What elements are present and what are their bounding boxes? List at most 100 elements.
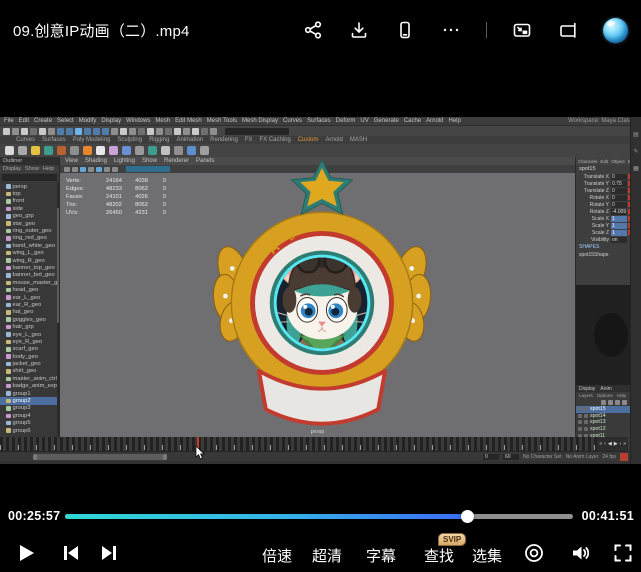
animation-preferences-button[interactable] bbox=[620, 453, 628, 461]
outliner-item[interactable]: wing_R_geo bbox=[0, 257, 57, 264]
download-icon[interactable] bbox=[348, 19, 370, 41]
transport-button[interactable]: « bbox=[599, 441, 602, 447]
viewport-menu-item[interactable]: Show bbox=[142, 158, 157, 164]
fullscreen-icon[interactable] bbox=[610, 540, 636, 566]
outliner-item[interactable]: group3 bbox=[0, 405, 57, 412]
outliner-item[interactable]: ear_L_geo bbox=[0, 294, 57, 301]
progress-thumb[interactable] bbox=[461, 510, 474, 523]
statusline-icon[interactable] bbox=[183, 128, 190, 135]
shelf-tool-icon[interactable] bbox=[148, 146, 157, 155]
outliner-item[interactable]: hair_grp bbox=[0, 323, 57, 330]
layers-panel-tab[interactable]: Anim bbox=[600, 386, 611, 392]
maya-menu-item[interactable]: Modify bbox=[79, 118, 97, 124]
maya-menu-item[interactable]: Mesh Display bbox=[242, 118, 278, 124]
statusline-icon[interactable] bbox=[84, 128, 91, 135]
shelf-tool-icon[interactable] bbox=[57, 146, 66, 155]
anim-layer-row[interactable]: spot14 bbox=[576, 413, 630, 420]
shelf-tab[interactable]: FX bbox=[245, 137, 253, 143]
layers-panel-menu[interactable]: Layers bbox=[579, 393, 593, 398]
channel-box-menu-item[interactable]: Channels bbox=[578, 159, 597, 164]
outliner-item[interactable]: group6 bbox=[0, 427, 57, 434]
transport-button[interactable]: ▶ bbox=[614, 441, 618, 447]
statusline-icon[interactable] bbox=[48, 128, 55, 135]
speed-button[interactable]: 倍速 bbox=[262, 545, 292, 566]
channel-attribute-value[interactable]: 1 bbox=[611, 223, 627, 229]
outliner-item[interactable]: banner_bot_geo bbox=[0, 272, 57, 279]
character-set-selector[interactable]: No Character Set bbox=[523, 454, 562, 460]
shelf-tab[interactable]: Custom bbox=[298, 137, 319, 143]
statusline-icon[interactable] bbox=[120, 128, 127, 135]
maya-time-slider[interactable]: «‹◀▶›» bbox=[0, 437, 630, 451]
anim-layer-row[interactable]: spot13 bbox=[576, 419, 630, 426]
outliner-item[interactable]: star_geo bbox=[0, 220, 57, 227]
channel-attribute-row[interactable]: Scale Y1 bbox=[576, 222, 630, 229]
anim-layer-selector[interactable]: No Anim Layer bbox=[566, 454, 599, 460]
shelf-tool-icon[interactable] bbox=[18, 146, 27, 155]
outliner-item[interactable]: ring_red_geo bbox=[0, 235, 57, 242]
transport-button[interactable]: › bbox=[620, 441, 622, 447]
channel-attribute-row[interactable]: Translate X0 bbox=[576, 173, 630, 180]
viewport-toolbar-icon[interactable] bbox=[88, 167, 94, 172]
maya-menu-item[interactable]: Edit bbox=[19, 118, 29, 124]
shelf-tool-icon[interactable] bbox=[96, 146, 105, 155]
share-icon[interactable] bbox=[302, 19, 324, 41]
statusline-icon[interactable] bbox=[201, 128, 208, 135]
more-icon[interactable] bbox=[440, 19, 462, 41]
shelf-tab[interactable]: Arnold bbox=[326, 137, 343, 143]
viewport-menu-item[interactable]: Lighting bbox=[114, 158, 135, 164]
previous-episode-button[interactable] bbox=[58, 540, 84, 566]
outliner-item[interactable]: front bbox=[0, 198, 57, 205]
channel-attribute-value[interactable]: 0 bbox=[611, 195, 627, 201]
shelf-tab[interactable]: Rendering bbox=[210, 137, 238, 143]
layers-toolbar-icon[interactable] bbox=[608, 400, 613, 405]
shelf-tool-icon[interactable] bbox=[31, 146, 40, 155]
statusline-icon[interactable] bbox=[57, 128, 64, 135]
picture-in-picture-icon[interactable] bbox=[511, 19, 533, 41]
shelf-tool-icon[interactable] bbox=[174, 146, 183, 155]
shelf-tool-icon[interactable] bbox=[161, 146, 170, 155]
viewport-menu-item[interactable]: Shading bbox=[85, 158, 107, 164]
channel-attribute-row[interactable]: Scale Z1 bbox=[576, 229, 630, 236]
channel-attribute-value[interactable]: 0.75 bbox=[611, 181, 627, 187]
statusline-icon[interactable] bbox=[93, 128, 100, 135]
outliner-item[interactable]: side bbox=[0, 205, 57, 212]
outliner-item[interactable]: band_white_geo bbox=[0, 242, 57, 249]
outliner-item[interactable]: master_anim_ctrl_grp bbox=[0, 375, 57, 382]
shelf-tab[interactable]: MASH bbox=[350, 137, 367, 143]
maya-menu-item[interactable]: Help bbox=[448, 118, 460, 124]
maya-menu-item[interactable]: Surfaces bbox=[307, 118, 331, 124]
maya-menu-item[interactable]: Edit Mesh bbox=[175, 118, 202, 124]
outliner-item[interactable]: group1 bbox=[0, 390, 57, 397]
statusline-icon[interactable] bbox=[210, 128, 217, 135]
shelf-tool-icon[interactable] bbox=[135, 146, 144, 155]
outliner-search-field[interactable] bbox=[2, 174, 57, 181]
outliner-item[interactable]: ring_outer_geo bbox=[0, 227, 57, 234]
outliner-item[interactable]: badge_anim_export01 bbox=[0, 383, 57, 390]
statusline-input-field[interactable] bbox=[225, 128, 289, 135]
episodes-button[interactable]: 选集 bbox=[472, 545, 502, 566]
outliner-item[interactable]: banner_top_geo bbox=[0, 264, 57, 271]
play-button[interactable] bbox=[13, 540, 39, 566]
channel-attribute-value[interactable]: 0 bbox=[611, 188, 627, 194]
channel-box-node-name[interactable]: spot15 bbox=[576, 165, 630, 173]
channel-attribute-row[interactable]: Rotate Y0 bbox=[576, 201, 630, 208]
range-slider[interactable] bbox=[33, 454, 167, 460]
viewport-toolbar-icon[interactable] bbox=[72, 167, 78, 172]
maya-menu-item[interactable]: Mesh bbox=[155, 118, 170, 124]
playback-start-field[interactable]: 0 bbox=[483, 454, 499, 460]
channel-attribute-row[interactable]: Rotate Z-4.009 bbox=[576, 208, 630, 215]
statusline-icon[interactable] bbox=[111, 128, 118, 135]
cast-screen-icon[interactable] bbox=[557, 19, 579, 41]
assistant-ball-icon[interactable] bbox=[603, 18, 628, 43]
statusline-icon[interactable] bbox=[75, 128, 82, 135]
layer-visibility-toggle[interactable] bbox=[578, 407, 582, 411]
maya-menu-item[interactable]: Arnold bbox=[426, 118, 443, 124]
channel-attribute-row[interactable]: Rotate X0 bbox=[576, 194, 630, 201]
shelf-tool-icon[interactable] bbox=[5, 146, 14, 155]
tool-settings-tab-icon[interactable]: ✎ bbox=[633, 148, 638, 155]
layer-visibility-toggle[interactable] bbox=[578, 414, 582, 418]
channel-attribute-value[interactable]: on bbox=[611, 237, 627, 243]
anim-layer-row[interactable]: spot15 bbox=[576, 406, 630, 413]
outliner-item[interactable]: group4 bbox=[0, 412, 57, 419]
maya-menu-item[interactable]: Display bbox=[101, 118, 121, 124]
